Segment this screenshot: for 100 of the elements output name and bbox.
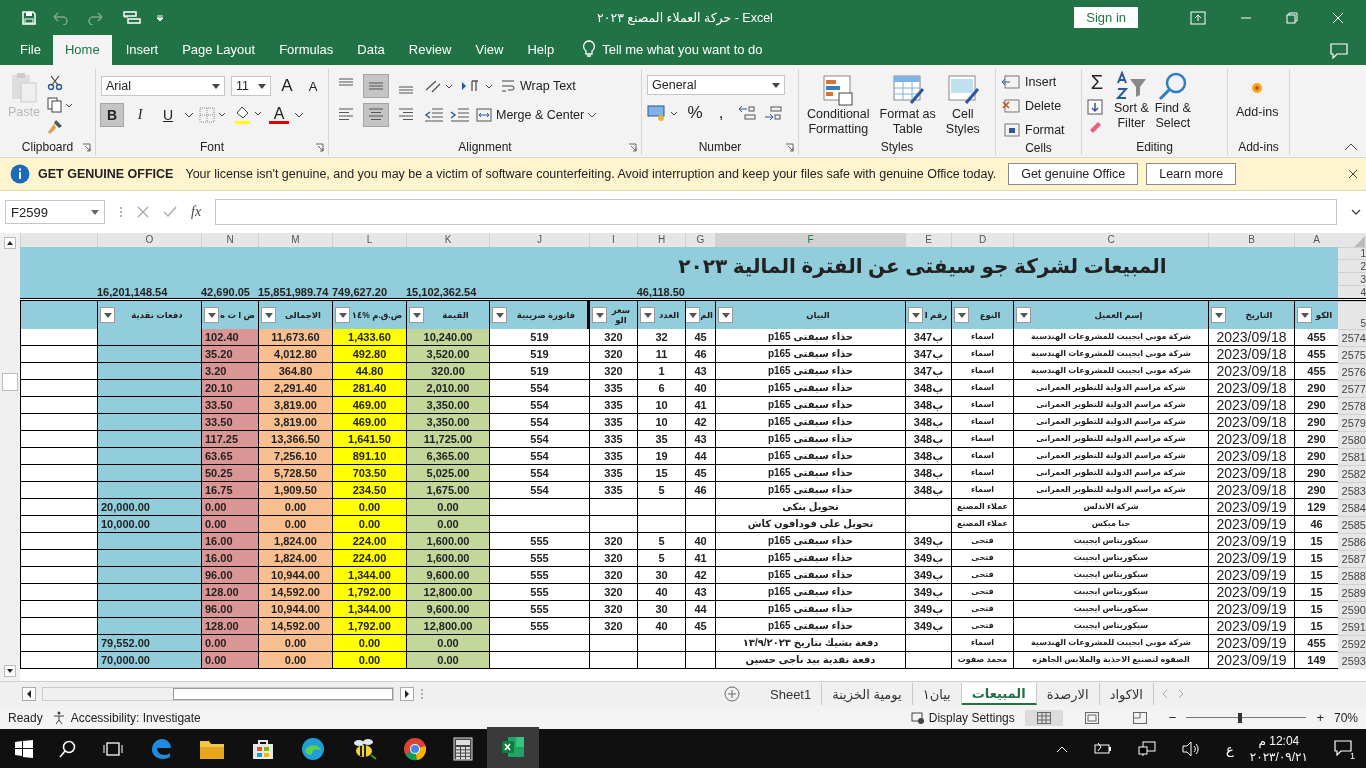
font-style-button[interactable]: B bbox=[101, 104, 123, 126]
row-header[interactable]: 2591 bbox=[1338, 618, 1366, 635]
find-select-button[interactable]: Find & Select bbox=[1151, 69, 1194, 133]
accessibility-button[interactable]: Accessibility: Investigate bbox=[52, 710, 201, 725]
increase-font-size-button[interactable]: A bbox=[277, 75, 297, 97]
fill-color-icon[interactable] bbox=[233, 105, 263, 125]
bee-icon[interactable] bbox=[351, 737, 377, 761]
restore-icon[interactable] bbox=[1286, 11, 1298, 24]
sign-in-button[interactable]: Sign in bbox=[1074, 7, 1138, 28]
volume-icon[interactable] bbox=[1182, 741, 1200, 757]
scrollbar-thumb[interactable] bbox=[173, 688, 393, 700]
font-color-button[interactable]: A bbox=[269, 106, 289, 124]
ribbon-tab[interactable]: View bbox=[463, 35, 516, 65]
filter-button[interactable] bbox=[1016, 307, 1031, 323]
cells-button[interactable]: Delete bbox=[1001, 95, 1062, 117]
format-painter-icon[interactable] bbox=[46, 119, 63, 135]
sort-filter-button[interactable]: Sort & Filter bbox=[1111, 69, 1152, 133]
ribbon-tab[interactable]: Help bbox=[515, 35, 567, 65]
row-header[interactable]: 5 bbox=[1338, 301, 1366, 329]
filter-button[interactable] bbox=[908, 307, 923, 323]
language-indicator[interactable]: ع bbox=[1226, 741, 1234, 757]
row-header[interactable]: 2582 bbox=[1338, 465, 1366, 482]
number-format-field[interactable]: General bbox=[647, 75, 785, 95]
row-header[interactable]: 2584 bbox=[1338, 499, 1366, 516]
collapse-ribbon-icon[interactable] bbox=[1344, 143, 1358, 151]
horizontal-align-button[interactable] bbox=[364, 104, 388, 126]
row-header[interactable]: 2577 bbox=[1338, 380, 1366, 397]
caret-icon[interactable] bbox=[295, 112, 303, 118]
filter-button[interactable] bbox=[592, 307, 607, 323]
dialog-launcher-icon[interactable] bbox=[628, 142, 637, 152]
row-header[interactable]: 2589 bbox=[1338, 584, 1366, 601]
show-hidden-icon[interactable] bbox=[1056, 745, 1068, 753]
scroll-down-icon[interactable] bbox=[4, 665, 16, 677]
dialog-launcher-icon[interactable] bbox=[785, 142, 794, 152]
row-header[interactable]: 3 bbox=[1338, 272, 1366, 285]
row-header[interactable]: 2574 bbox=[1338, 329, 1366, 346]
filter-button[interactable] bbox=[492, 307, 507, 323]
increase-indent-icon[interactable] bbox=[450, 107, 470, 123]
row-header[interactable]: 1 bbox=[1338, 247, 1366, 259]
ribbon-tab[interactable]: Insert bbox=[113, 35, 171, 65]
cells-button[interactable]: Format bbox=[1001, 119, 1065, 141]
decrease-indent-icon[interactable] bbox=[424, 107, 444, 123]
ribbon-tab[interactable]: Review bbox=[396, 35, 464, 65]
font-style-button[interactable]: I bbox=[129, 104, 151, 126]
network-icon[interactable] bbox=[1138, 741, 1156, 757]
store-icon[interactable] bbox=[251, 737, 275, 761]
row-header[interactable]: 2579 bbox=[1338, 414, 1366, 431]
checkmark-icon[interactable] bbox=[163, 206, 177, 218]
font-style-button[interactable]: U bbox=[157, 104, 179, 126]
filter-button[interactable] bbox=[640, 307, 655, 323]
row-header[interactable]: 2593 bbox=[1338, 652, 1366, 669]
insert-function-button[interactable]: fx bbox=[191, 204, 202, 220]
cells-button[interactable]: Insert bbox=[1001, 71, 1057, 93]
search-icon[interactable] bbox=[59, 740, 77, 758]
row-header[interactable]: 2587 bbox=[1338, 550, 1366, 567]
row-header[interactable]: 2 bbox=[1338, 259, 1366, 272]
ribbon-tab[interactable]: File bbox=[8, 35, 53, 65]
merge-center-button[interactable]: Merge & Center bbox=[476, 104, 597, 126]
comments-icon[interactable] bbox=[1330, 43, 1348, 59]
message-button[interactable]: Learn more bbox=[1146, 163, 1237, 185]
save-icon[interactable] bbox=[21, 9, 37, 26]
scroll-right-icon[interactable] bbox=[400, 687, 414, 701]
caret-icon[interactable] bbox=[185, 112, 193, 118]
filter-button[interactable] bbox=[261, 307, 276, 323]
sheet-tab[interactable]: المبيعات bbox=[961, 683, 1037, 705]
tell-me-search[interactable]: Tell me what you want to do bbox=[602, 35, 763, 65]
row-header[interactable]: 2590 bbox=[1338, 601, 1366, 618]
sheet-tab[interactable]: بيان١ bbox=[912, 683, 962, 705]
battery-icon[interactable] bbox=[1094, 742, 1112, 756]
add-ins-button[interactable]: Add-ins bbox=[1233, 69, 1282, 122]
row-header[interactable]: 2580 bbox=[1338, 431, 1366, 448]
clock-time[interactable]: 12:04 م bbox=[1258, 733, 1300, 749]
styles-button[interactable]: Cell Styles bbox=[942, 71, 983, 139]
filter-button[interactable] bbox=[100, 307, 115, 323]
caret-icon[interactable] bbox=[258, 83, 266, 89]
comma-style-button[interactable]: , bbox=[711, 102, 731, 124]
caret-icon[interactable] bbox=[91, 209, 99, 215]
row-header[interactable]: 2588 bbox=[1338, 567, 1366, 584]
styles-button[interactable]: Format as Table bbox=[876, 71, 939, 139]
zoom-level[interactable]: 70% bbox=[1333, 710, 1358, 725]
filter-button[interactable] bbox=[718, 307, 733, 323]
caret-icon[interactable] bbox=[212, 83, 220, 89]
customize-icon[interactable] bbox=[155, 12, 165, 23]
row-header[interactable]: 2576 bbox=[1338, 363, 1366, 380]
increase-decimal-icon[interactable] bbox=[737, 104, 757, 122]
scroll-left-icon[interactable] bbox=[22, 687, 36, 701]
formula-input[interactable] bbox=[215, 199, 1337, 225]
clock-date[interactable]: ٢٠٢٣/٠٩/٢١ bbox=[1249, 749, 1308, 765]
chrome-icon[interactable] bbox=[403, 737, 427, 761]
sheet-tab[interactable]: Sheet1 bbox=[760, 683, 823, 705]
ribbon-display-icon[interactable] bbox=[1190, 10, 1206, 25]
scissors-icon[interactable] bbox=[46, 75, 63, 91]
dialog-launcher-icon[interactable] bbox=[315, 142, 324, 152]
normal-view-icon[interactable] bbox=[1024, 709, 1063, 726]
autosum-button[interactable]: Σ bbox=[1087, 71, 1107, 93]
form-icon[interactable] bbox=[123, 9, 141, 26]
decrease-font-size-button[interactable]: A bbox=[303, 75, 323, 97]
sheet-tab[interactable]: يومية الخزينة bbox=[822, 683, 913, 705]
task-view-icon[interactable] bbox=[103, 741, 123, 757]
browser-icon[interactable] bbox=[301, 737, 325, 761]
